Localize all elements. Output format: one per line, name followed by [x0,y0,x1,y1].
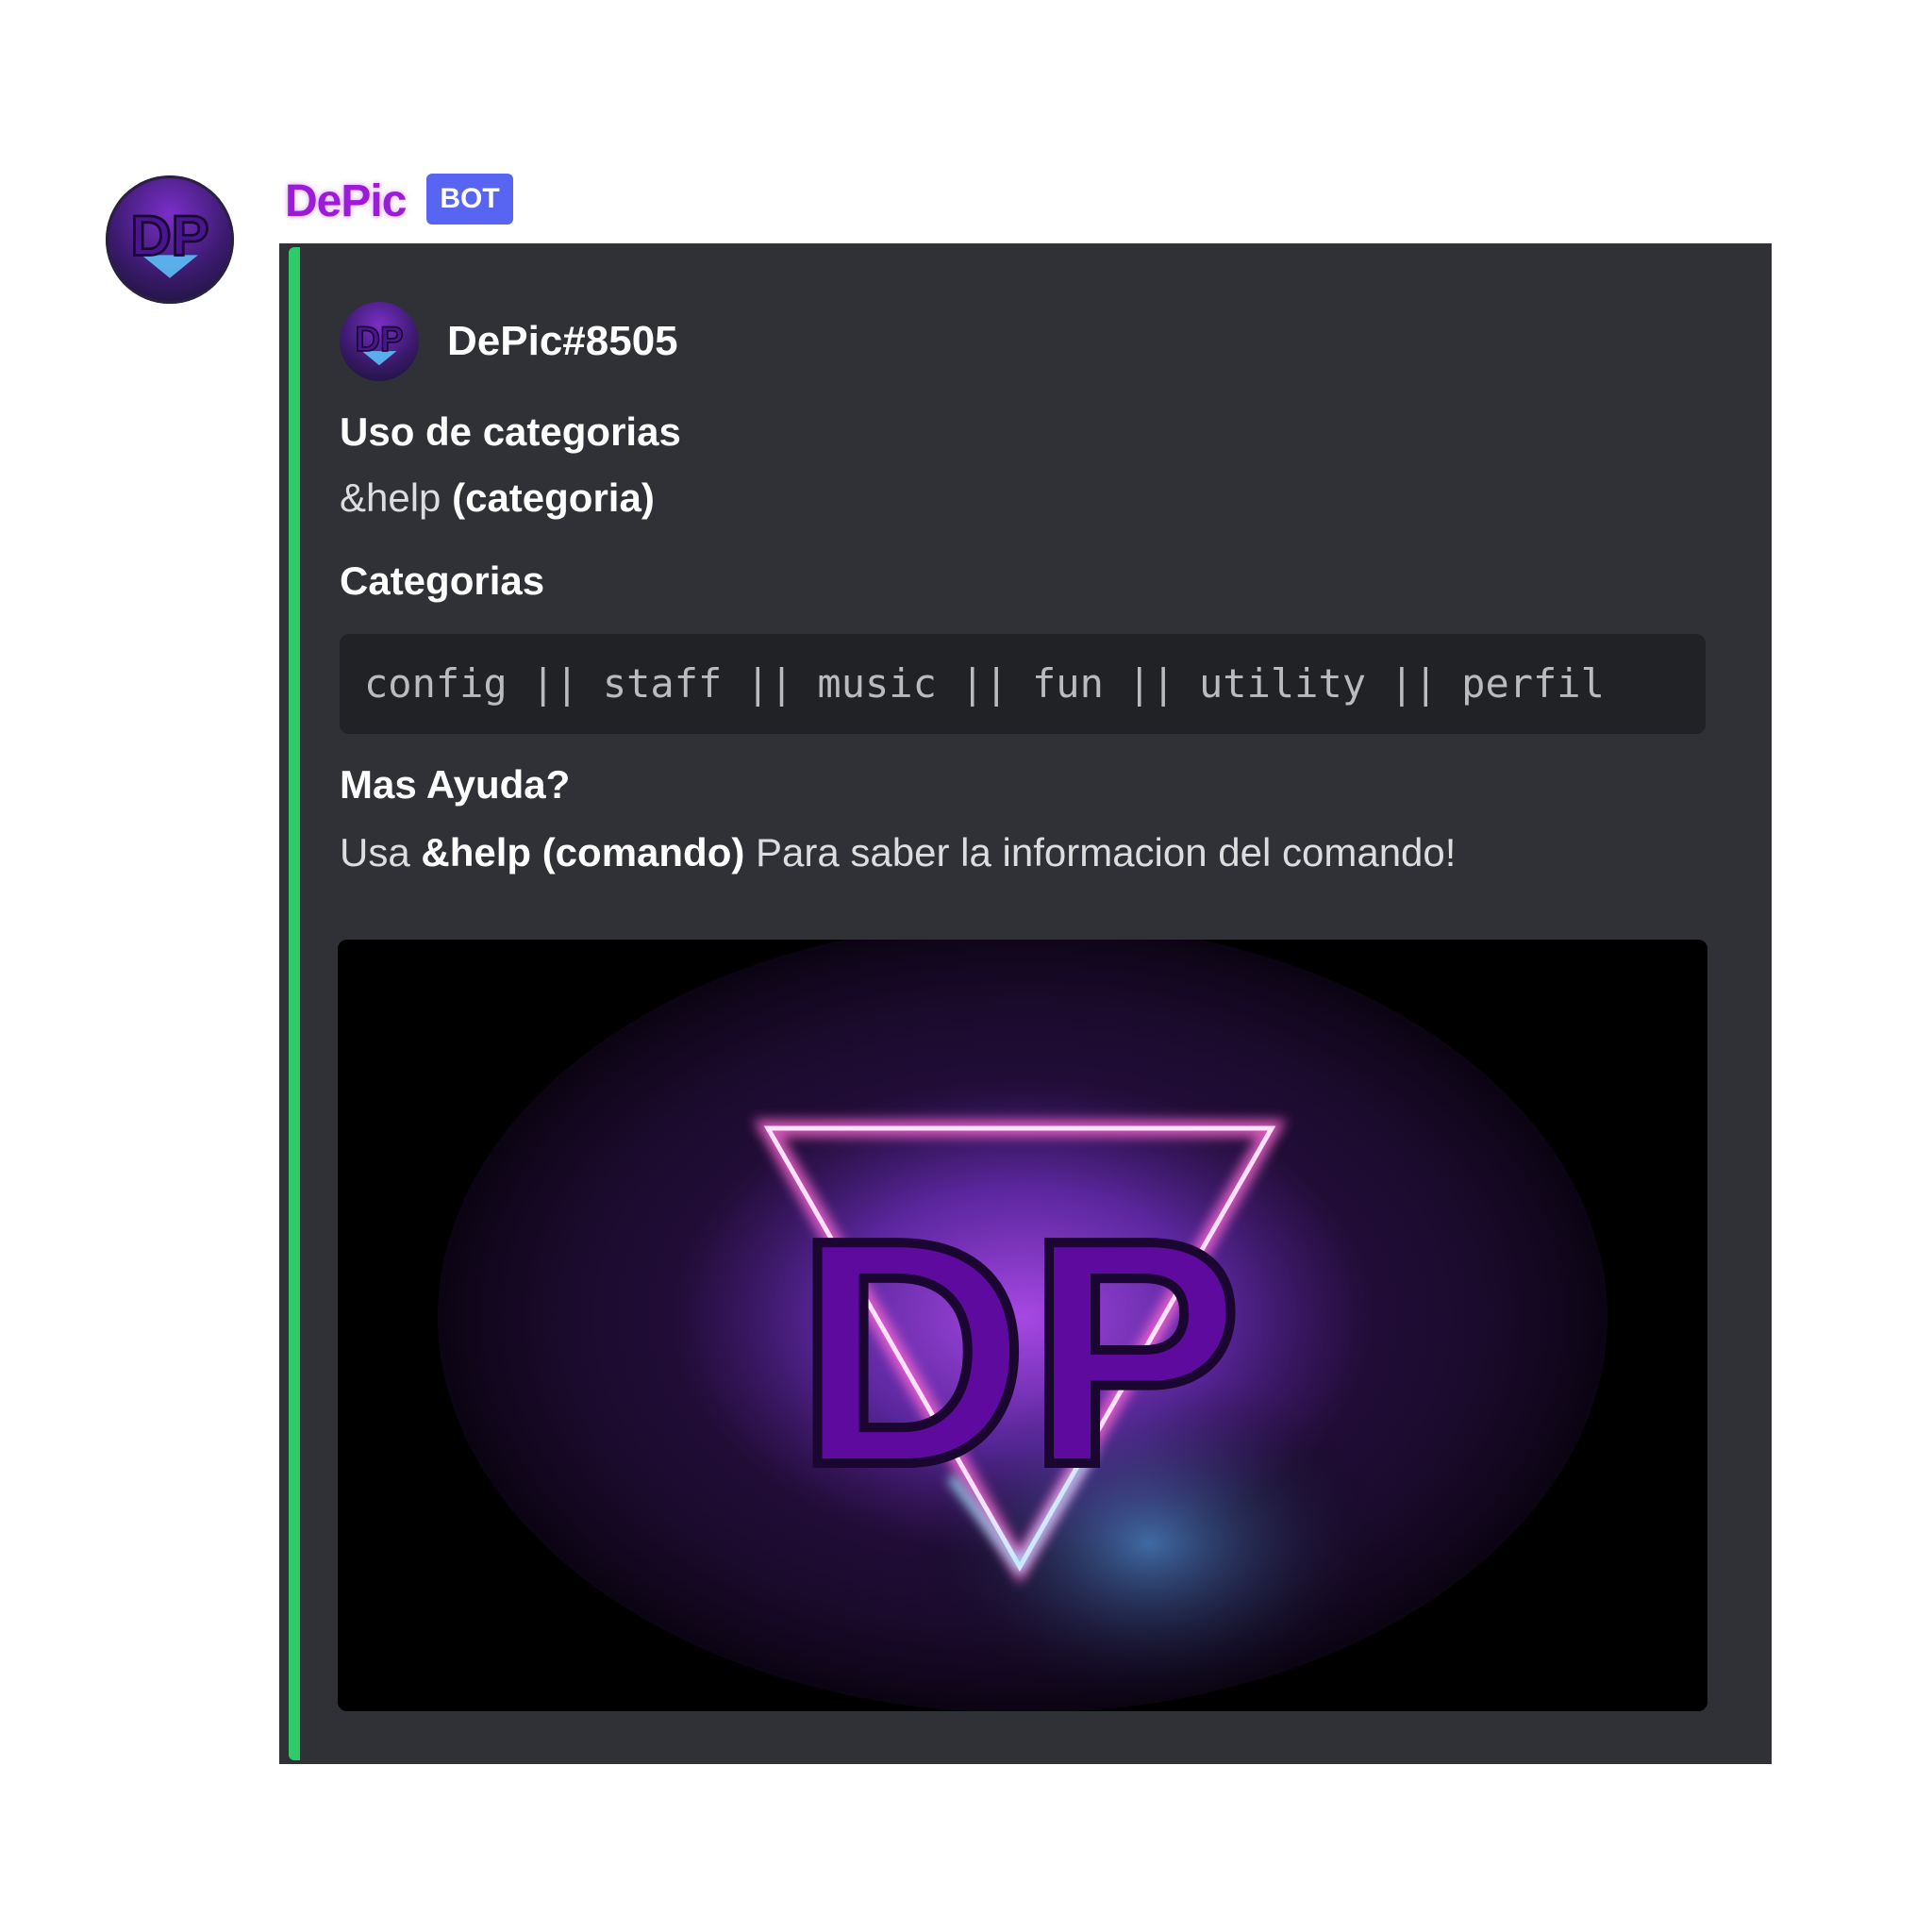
field-value-bold: &help (comando) [421,830,745,874]
help-embed: DP DePic#8505 Uso de categorias &help (c… [279,243,1772,1764]
embed-accent-bar [289,247,300,1760]
svg-text:DP: DP [355,320,403,358]
field-title-mas-ayuda: Mas Ayuda? [340,762,571,807]
dp-neon-logo-image: DP [338,940,1707,1711]
embed-author-icon: DP [340,302,419,381]
field-value-mas-ayuda: Usa &help (comando) Para saber la inform… [340,828,1456,877]
bot-tag-badge: BOT [426,174,513,225]
bot-avatar[interactable]: DP [106,175,234,304]
field-value-text: Usa [340,830,422,874]
field-value-text: &help [340,475,453,520]
svg-text:DP: DP [130,204,208,267]
field-title-uso: Uso de categorias [340,409,681,454]
svg-text:DP: DP [796,1174,1241,1532]
field-value-uso: &help (categoria) [340,474,655,523]
embed-image[interactable]: DP [338,940,1707,1711]
categories-code-block: config || staff || music || fun || utili… [340,634,1706,734]
field-title-categorias: Categorias [340,558,545,603]
embed-author: DP DePic#8505 [340,302,678,381]
dp-logo-avatar-icon: DP [129,203,210,278]
field-value-bold: (categoria) [452,475,655,520]
embed-author-name: DePic#8505 [447,318,678,364]
dp-logo-avatar-icon: DP [354,319,405,366]
field-value-text: Para saber la informacion del comando! [744,830,1457,874]
bot-username[interactable]: DePic [285,175,407,228]
